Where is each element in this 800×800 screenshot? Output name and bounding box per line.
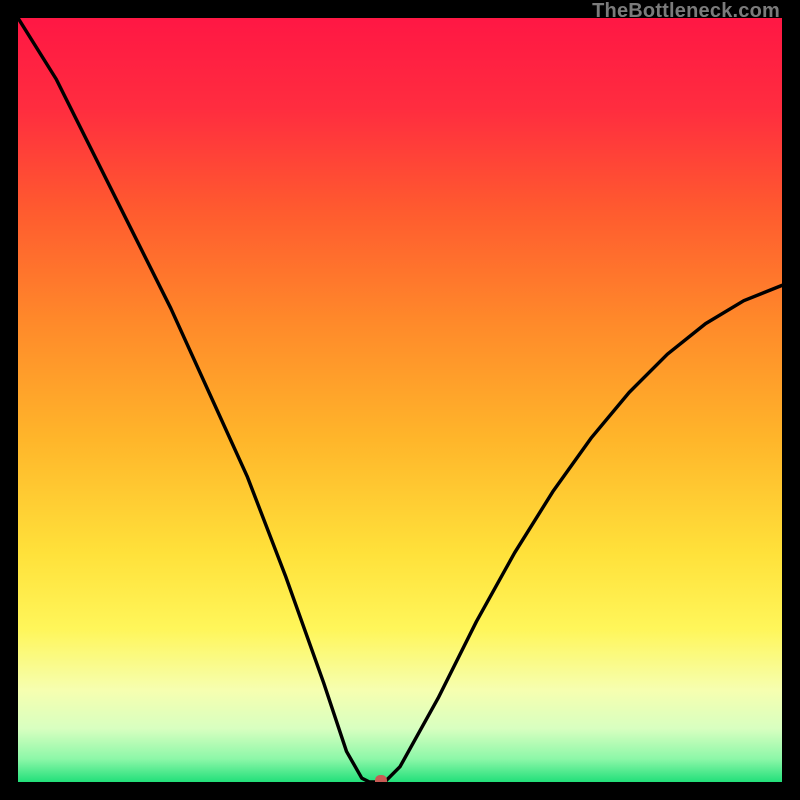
bottleneck-curve [18,18,782,782]
chart-frame: TheBottleneck.com [0,0,800,800]
plot-area [18,18,782,782]
optimum-marker-icon [375,775,387,782]
